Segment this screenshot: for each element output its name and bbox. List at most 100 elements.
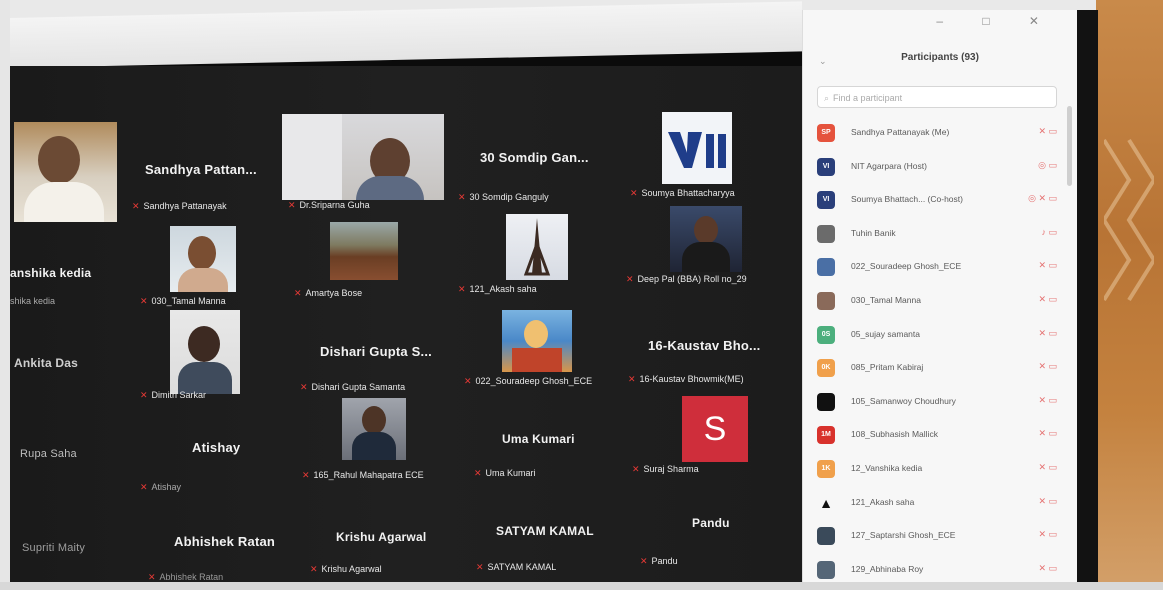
avatar: ▲: [817, 493, 835, 512]
gallery-view: Sandhya Pattan... ✕ Sandhya Pattanayak ✕ D…: [10, 66, 802, 582]
video-feed: [14, 122, 117, 222]
participant-tile[interactable]: ✕ Deep Pal (BBA) Roll no_29: [620, 206, 800, 316]
participant-tile[interactable]: Dishari Gupta S... ✕ Dishari Gupta Samant…: [280, 316, 450, 406]
participant-caption: ✕ Amartya Bose: [294, 288, 363, 298]
participant-tile[interactable]: S ✕ Suraj Sharma: [620, 396, 800, 496]
wall-decoration: [1104, 138, 1154, 302]
muted-mic-icon: ✕: [302, 470, 310, 480]
participant-caption: ✕ Deep Pal (BBA) Roll no_29: [626, 274, 747, 284]
avatar: 1K: [817, 460, 835, 478]
participant-row[interactable]: Tuhin Banik ♪ ▭: [817, 223, 1063, 249]
participant-row[interactable]: SP Sandhya Pattanayak (Me) ✕ ▭: [817, 122, 1063, 148]
participant-tile[interactable]: Atishay ✕ Atishay: [140, 406, 280, 496]
muted-mic-icon: ✕: [310, 564, 318, 574]
participant-row[interactable]: 105_Samanwoy Choudhury ✕ ▭: [817, 391, 1063, 417]
participant-name: Soumya Bhattach... (Co-host): [851, 194, 963, 205]
muted-mic-icon: ✕: [626, 274, 634, 284]
avatar: [817, 224, 835, 243]
avatar: SP: [817, 124, 835, 142]
participant-search-input[interactable]: ⌕ Find a participant: [817, 86, 1057, 108]
participant-tile[interactable]: ✕ Soumya Bhattacharyya: [620, 66, 800, 226]
screen-bezel-right: [1076, 10, 1098, 590]
window-controls[interactable]: – □ ✕: [936, 14, 1057, 28]
video-feed: [670, 206, 742, 272]
participant-caption: ✕ Dr.Sriparna Guha: [288, 200, 370, 210]
participant-row[interactable]: 022_Souradeep Ghosh_ECE ✕ ▭: [817, 256, 1063, 282]
participant-tile[interactable]: Supriti Maity: [10, 496, 140, 582]
participant-tile[interactable]: Rupa Saha: [10, 406, 140, 496]
avatar: [817, 392, 835, 411]
muted-mic-icon: ✕: [458, 284, 466, 294]
participant-tile[interactable]: Uma Kumari ✕ Uma Kumari: [450, 406, 620, 496]
muted-mic-icon: ✕: [140, 390, 148, 400]
mic-camera-status-icon: ◎ ▭: [1038, 159, 1057, 170]
participant-tile[interactable]: ✕ Dimitri Sarkar: [140, 310, 280, 406]
participant-tile[interactable]: Abhishek Ratan ✕ Abhishek Ratan: [140, 496, 280, 582]
mic-camera-status-icon: ◎ ✕ ▭: [1028, 193, 1057, 204]
avatar: [817, 292, 835, 310]
mic-camera-status-icon: ✕ ▭: [1038, 495, 1057, 506]
participant-tile[interactable]: 30 Somdip Gan... ✕ 30 Somdip Ganguly: [450, 66, 620, 226]
participant-tile[interactable]: SATYAM KAMAL ✕ SATYAM KAMAL: [450, 496, 620, 582]
participant-name: SATYAM KAMAL: [496, 524, 594, 538]
participant-name: Abhishek Ratan: [174, 534, 276, 549]
participant-row[interactable]: ▲ 121_Akash saha ✕ ▭: [817, 492, 1063, 518]
participant-tile[interactable]: [10, 66, 140, 222]
mic-camera-status-icon: ✕ ▭: [1038, 294, 1057, 304]
participant-caption: ✕ Atishay: [140, 482, 182, 492]
muted-mic-icon: ✕: [148, 572, 156, 582]
muted-mic-icon: ✕: [464, 376, 472, 386]
eiffel-tower-image: [523, 218, 551, 276]
participant-row[interactable]: 0K 085_Pritam Kabiraj ✕ ▭: [817, 357, 1063, 383]
avatar: VI: [817, 157, 835, 176]
participant-row[interactable]: 127_Saptarshi Ghosh_ECE ✕ ▭: [817, 525, 1063, 551]
avatar: [817, 527, 835, 546]
participant-tile[interactable]: Krishu Agarwal ✕ Krishu Agarwal: [280, 496, 450, 582]
participant-name: 129_Abhinaba Roy: [851, 563, 924, 574]
participant-name: 085_Pritam Kabiraj: [851, 362, 924, 373]
participant-row[interactable]: 030_Tamal Manna ✕ ▭: [817, 290, 1063, 316]
mic-camera-status-icon: ✕ ▭: [1038, 462, 1057, 472]
mic-camera-status-icon: ✕ ▭: [1038, 529, 1057, 540]
video-feed: [342, 398, 406, 460]
participant-row[interactable]: 1K 12_Vanshika kedia ✕ ▭: [817, 458, 1063, 484]
participant-tile[interactable]: ✕ 022_Souradeep Ghosh_ECE: [450, 310, 620, 406]
participant-tile[interactable]: ✕ Dr.Sriparna Guha: [280, 66, 450, 226]
participant-name: Supriti Maity: [22, 542, 86, 554]
participant-caption: ✕ Krishu Agarwal: [310, 564, 382, 574]
video-feed: [662, 112, 732, 184]
video-feed: [502, 310, 572, 372]
participant-name: Rupa Saha: [20, 448, 77, 460]
participant-row[interactable]: 0S 05_sujay samanta ✕ ▭: [817, 324, 1063, 350]
avatar: 0K: [817, 359, 835, 378]
participant-tile[interactable]: 16-Kaustav Bho... ✕ 16-Kaustav Bhowmik(ME…: [620, 316, 800, 406]
muted-mic-icon: ✕: [140, 482, 148, 492]
participant-tile[interactable]: Pandu ✕ Pandu: [620, 496, 800, 582]
scrollbar[interactable]: [1067, 106, 1072, 186]
participant-row[interactable]: 1M 108_Subhasish Mallick ✕ ▭: [817, 424, 1063, 450]
participant-row[interactable]: VI Soumya Bhattach... (Co-host) ◎ ✕ ▭: [817, 189, 1063, 215]
participant-tile[interactable]: ✕ Amartya Bose: [280, 222, 450, 316]
avatar: 0S: [817, 325, 835, 344]
participant-name: Krishu Agarwal: [336, 530, 427, 544]
mic-camera-status-icon: ✕ ▭: [1038, 394, 1057, 405]
participant-tile[interactable]: ✕ 121_Akash saha: [450, 214, 620, 316]
participant-tile[interactable]: ✕ 030_Tamal Manna: [140, 226, 280, 316]
participant-row[interactable]: 129_Abhinaba Roy ✕ ▭: [817, 559, 1063, 585]
participant-name: 105_Samanwoy Choudhury: [851, 395, 956, 406]
participant-tile[interactable]: anshika kedia shika kedia: [10, 226, 140, 316]
muted-mic-icon: ✕: [476, 562, 484, 572]
muted-mic-icon: ✕: [300, 382, 308, 392]
avatar: VI: [817, 191, 835, 210]
participant-tile[interactable]: Sandhya Pattan... ✕ Sandhya Pattanayak: [132, 66, 280, 226]
muted-mic-icon: ✕: [630, 188, 638, 198]
participant-name: Atishay: [192, 440, 241, 455]
participant-tile[interactable]: Ankita Das: [10, 316, 140, 406]
participant-caption: ✕ Suraj Sharma: [632, 464, 699, 474]
screen-bezel-bottom: [0, 582, 1163, 590]
avatar-initial: S: [682, 396, 748, 462]
participant-tile[interactable]: ✕ 165_Rahul Mahapatra ECE: [280, 398, 450, 496]
muted-mic-icon: ✕: [294, 288, 302, 298]
avatar: 1M: [817, 426, 835, 445]
participant-row[interactable]: VI NIT Agarpara (Host) ◎ ▭: [817, 156, 1063, 182]
